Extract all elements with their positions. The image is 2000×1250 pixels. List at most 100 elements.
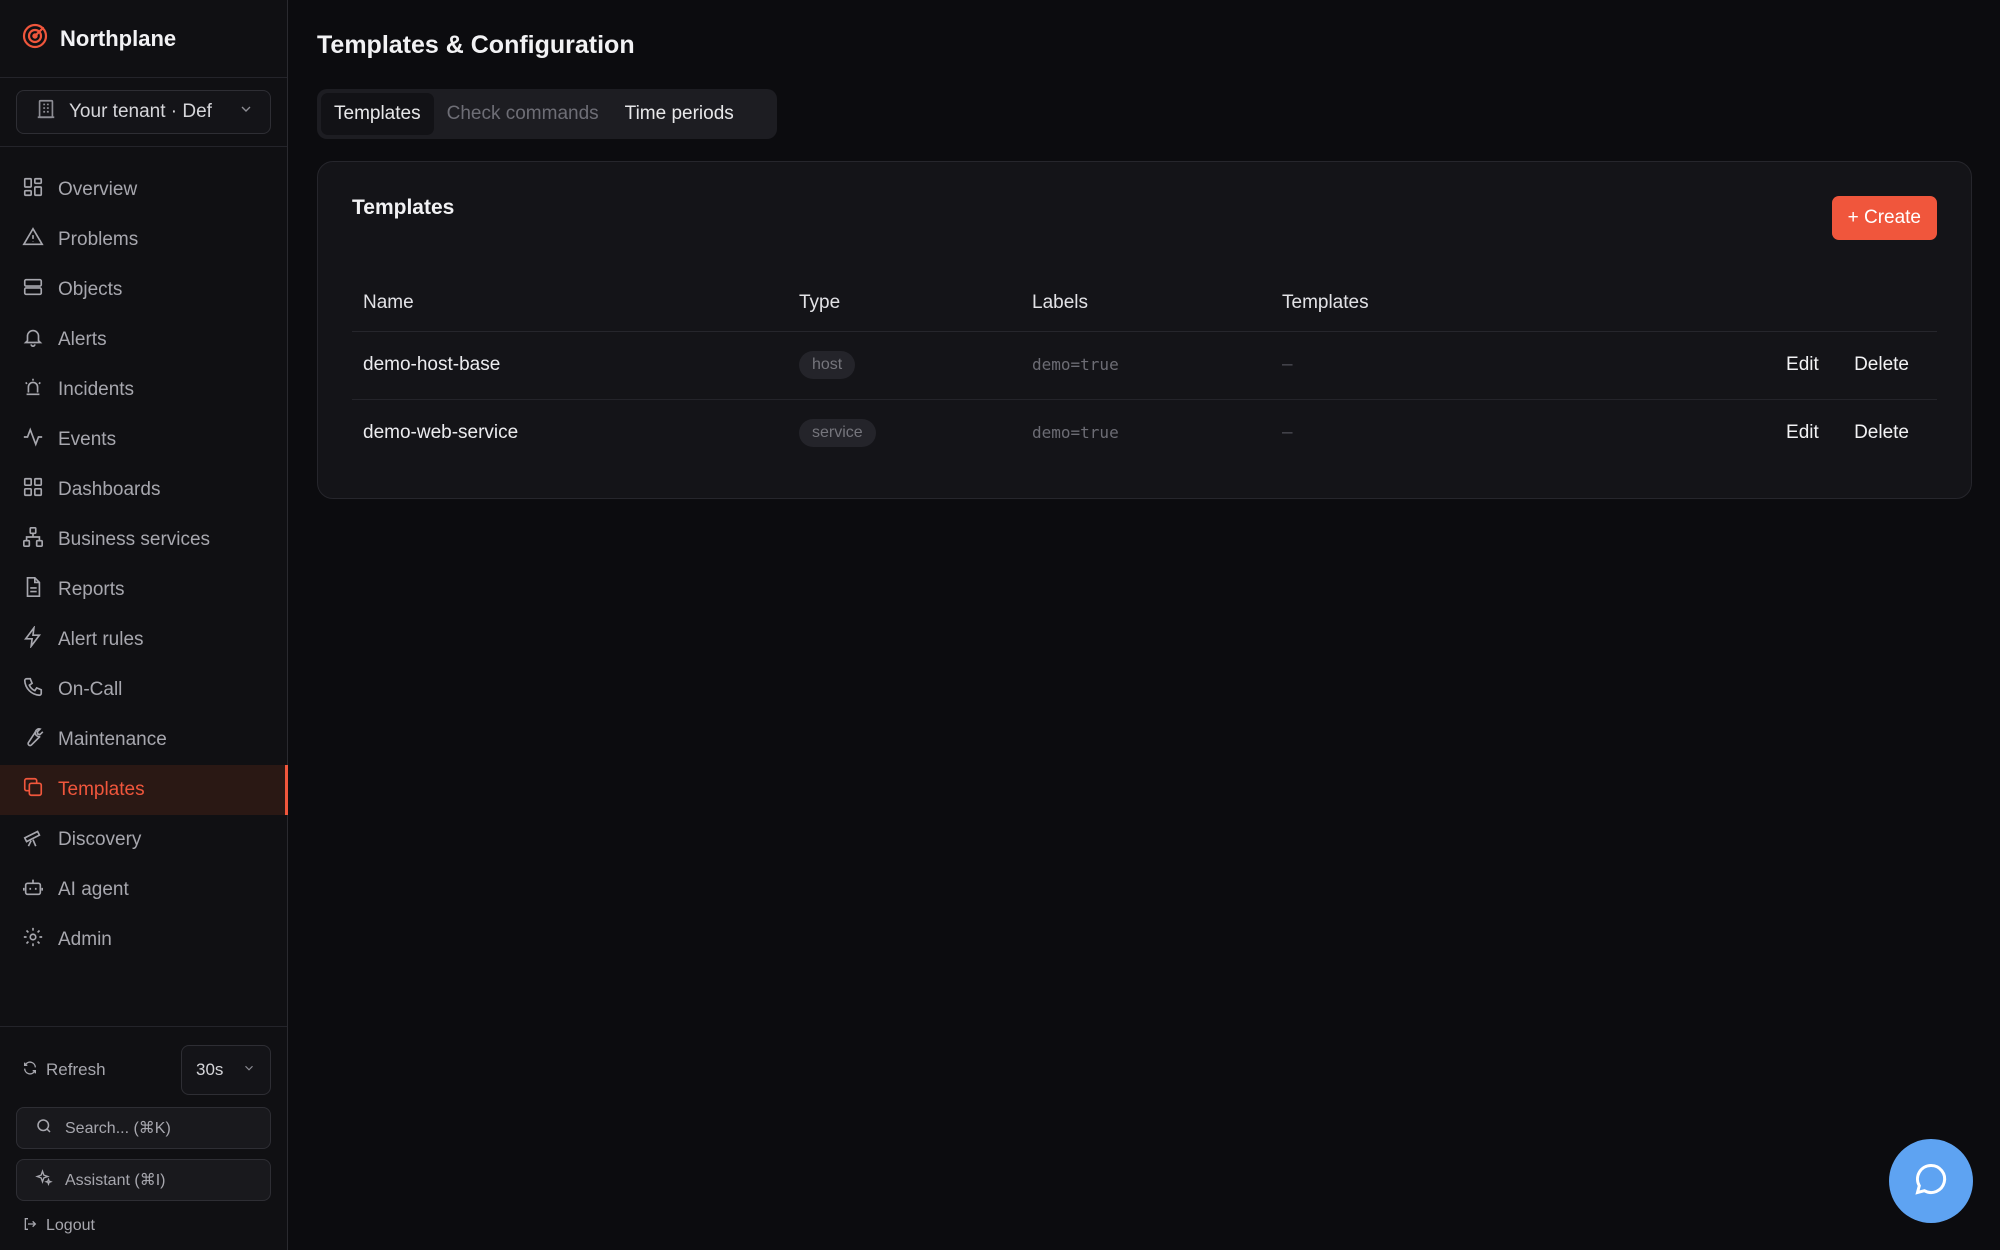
table-row: demo-host-base host demo=true – Edit Del… [352, 331, 1937, 400]
type-badge: host [799, 351, 856, 379]
sidebar-item-alerts[interactable]: Alerts [0, 315, 287, 365]
logout-label: Logout [46, 1217, 95, 1234]
search-button[interactable]: Search... (⌘K) [16, 1107, 271, 1149]
gear-icon [22, 926, 44, 954]
sidebar-item-discovery[interactable]: Discovery [0, 815, 287, 865]
sidebar-item-incidents[interactable]: Incidents [0, 365, 287, 415]
sidebar-item-label: Dashboards [58, 479, 161, 500]
page-title: Templates & Configuration [317, 31, 635, 59]
sidebar-item-label: Events [58, 429, 117, 450]
network-icon [22, 526, 44, 554]
column-header-templates[interactable]: Templates [1271, 275, 1496, 332]
sidebar-item-dashboards[interactable]: Dashboards [0, 465, 287, 515]
cell-actions: Edit Delete [1495, 331, 1937, 400]
chat-bubble-icon [1913, 1161, 1949, 1202]
logout-icon [22, 1216, 38, 1237]
copy-icon [22, 776, 44, 804]
phone-icon [22, 676, 44, 704]
sidebar-item-admin[interactable]: Admin [0, 915, 287, 965]
sidebar-item-reports[interactable]: Reports [0, 565, 287, 615]
sparkles-icon [35, 1168, 53, 1192]
column-header-name[interactable]: Name [352, 275, 788, 332]
templates-value: – [1282, 354, 1293, 375]
sidebar-footer: Refresh 30s Search... (⌘K) Assistant (⌘I… [0, 1026, 287, 1247]
column-header-type[interactable]: Type [788, 275, 1021, 332]
brand-name: Northplane [60, 25, 177, 51]
templates-card: Templates + Create Name Type Labels Temp… [317, 161, 1972, 499]
cell-type: host [788, 331, 1021, 400]
sidebar-item-business-services[interactable]: Business services [0, 515, 287, 565]
grid-icon [22, 176, 44, 204]
chevron-down-icon [238, 101, 254, 123]
server-icon [22, 276, 44, 304]
cell-templates: – [1271, 399, 1496, 467]
sidebar-item-label: Reports [58, 579, 125, 600]
brand[interactable]: Northplane [0, 0, 287, 78]
type-badge: service [799, 419, 876, 448]
robot-icon [22, 876, 44, 904]
sidebar-item-problems[interactable]: Problems [0, 215, 287, 265]
activity-icon [22, 426, 44, 454]
cell-labels: demo=true [1021, 399, 1271, 467]
sidebar-item-overview[interactable]: Overview [0, 165, 287, 215]
sidebar-item-label: AI agent [58, 879, 129, 900]
assistant-button[interactable]: Assistant (⌘I) [16, 1159, 271, 1201]
warning-icon [22, 226, 44, 254]
refresh-icon [22, 1060, 38, 1081]
sidebar-item-events[interactable]: Events [0, 415, 287, 465]
sidebar-item-alert-rules[interactable]: Alert rules [0, 615, 287, 665]
sidebar-item-label: Admin [58, 929, 112, 950]
sidebar-item-label: Discovery [58, 829, 142, 850]
labels-value: demo=true [1032, 423, 1119, 443]
chevron-down-icon [242, 1060, 256, 1080]
dashboard-icon [22, 476, 44, 504]
assistant-label: Assistant (⌘I) [65, 1172, 166, 1189]
sidebar-item-objects[interactable]: Objects [0, 265, 287, 315]
document-icon [22, 576, 44, 604]
edit-button[interactable]: Edit [1786, 354, 1819, 376]
edit-button[interactable]: Edit [1786, 422, 1819, 444]
sidebar-item-label: Problems [58, 229, 139, 250]
sidebar-item-label: Maintenance [58, 729, 167, 750]
refresh-button[interactable]: Refresh [16, 1060, 106, 1081]
cell-actions: Edit Delete [1496, 399, 1938, 467]
sidebar-item-label: Objects [58, 279, 123, 300]
logo-icon [22, 23, 48, 54]
tenant-label: Your tenant · Def [69, 101, 212, 122]
sidebar-item-ai-agent[interactable]: AI agent [0, 865, 287, 915]
templates-value: – [1282, 422, 1293, 444]
column-header-actions [1495, 275, 1937, 332]
sidebar-item-label: Overview [58, 179, 138, 200]
sidebar-item-label: Templates [58, 779, 145, 800]
lightning-icon [22, 624, 44, 654]
sidebar-nav: Overview Problems Objects Alerts Inciden… [0, 147, 288, 965]
search-label: Search... (⌘K) [65, 1120, 171, 1137]
sidebar-item-templates[interactable]: Templates [0, 765, 288, 815]
table-row: demo-web-service service demo=true – Edi… [352, 399, 1937, 467]
column-header-labels[interactable]: Labels [1021, 275, 1271, 332]
delete-button[interactable]: Delete [1854, 422, 1909, 444]
delete-button[interactable]: Delete [1854, 354, 1909, 376]
cell-templates: – [1271, 331, 1496, 400]
cell-type: service [788, 399, 1021, 467]
tab-check-commands[interactable]: Check commands [434, 93, 612, 135]
logout-button[interactable]: Logout [16, 1205, 271, 1247]
refresh-interval-select[interactable]: 30s [181, 1045, 271, 1095]
labels-value: demo=true [1032, 355, 1119, 374]
table-header-row: Name Type Labels Templates [352, 275, 1937, 332]
cell-labels: demo=true [1021, 331, 1271, 400]
tenant-selector[interactable]: Your tenant · Def [16, 90, 271, 134]
chat-button[interactable] [1889, 1139, 1973, 1223]
create-button[interactable]: + Create [1831, 196, 1937, 240]
interval-value: 30s [196, 1060, 224, 1079]
sidebar-item-maintenance[interactable]: Maintenance [0, 715, 287, 765]
sidebar-item-label: On-Call [58, 679, 123, 700]
wrench-icon [22, 726, 44, 754]
siren-icon [22, 376, 44, 404]
sidebar-item-on-call[interactable]: On-Call [0, 665, 287, 715]
cell-name: demo-web-service [363, 422, 519, 444]
tab-time-periods[interactable]: Time periods [612, 93, 747, 135]
tab-templates[interactable]: Templates [321, 93, 434, 135]
sidebar-item-label: Alerts [58, 329, 107, 350]
search-icon [35, 1117, 53, 1140]
